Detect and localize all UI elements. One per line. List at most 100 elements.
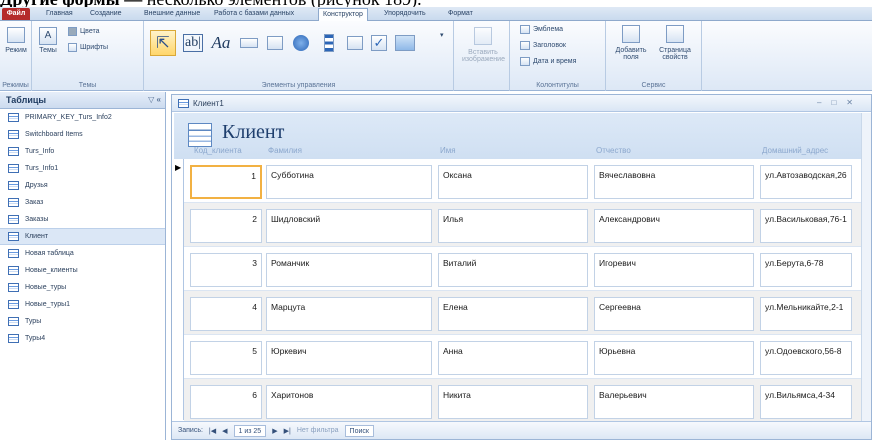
nav-item[interactable]: Заказы xyxy=(0,211,165,228)
logo-button[interactable]: Эмблема xyxy=(520,25,563,34)
nav-item[interactable]: Туры4 xyxy=(0,330,165,347)
field-last-name[interactable]: Харитонов xyxy=(266,385,432,419)
field-patronymic[interactable]: Вячеславовна xyxy=(594,165,754,199)
column-header: Код_клиента xyxy=(194,146,242,155)
navigation-control-icon[interactable] xyxy=(316,30,342,56)
field-patronymic[interactable]: Игоревич xyxy=(594,253,754,287)
more-controls-icon[interactable]: ▾ xyxy=(440,31,444,39)
nav-item-label: Новая таблица xyxy=(25,250,74,257)
nav-item-label: Туры4 xyxy=(25,335,46,342)
tab-control-icon[interactable] xyxy=(262,30,288,56)
field-id[interactable]: 5 xyxy=(190,341,262,375)
themes-button[interactable]: A Темы xyxy=(36,27,60,54)
field-address[interactable]: ул.Мельникайте,2-1 xyxy=(760,297,852,331)
field-last-name[interactable]: Юркевич xyxy=(266,341,432,375)
option-group-icon[interactable] xyxy=(342,30,368,56)
field-first-name[interactable]: Виталий xyxy=(438,253,588,287)
record-selector[interactable]: ▶ xyxy=(174,159,184,420)
tab-arrange[interactable]: Упорядочить xyxy=(380,8,430,20)
select-pointer-icon[interactable]: ⇱ xyxy=(150,30,176,56)
field-last-name[interactable]: Субботина xyxy=(266,165,432,199)
prev-record-icon[interactable]: ◀ xyxy=(222,427,227,435)
tab-home[interactable]: Главная xyxy=(42,8,77,20)
nav-item[interactable]: Клиент xyxy=(0,228,165,245)
button-control-icon[interactable] xyxy=(236,30,262,56)
views-button[interactable]: Режим xyxy=(4,27,28,54)
next-record-icon[interactable]: ▶ xyxy=(272,427,277,435)
field-patronymic[interactable]: Александрович xyxy=(594,209,754,243)
field-address[interactable]: ул.Васильковая,76-1 xyxy=(760,209,852,243)
field-id[interactable]: 1 xyxy=(190,165,262,199)
field-id[interactable]: 3 xyxy=(190,253,262,287)
vertical-scrollbar[interactable] xyxy=(861,113,871,421)
nav-item-label: Заказ xyxy=(25,199,44,206)
nav-item[interactable]: Новые_клиенты xyxy=(0,262,165,279)
field-first-name[interactable]: Илья xyxy=(438,209,588,243)
nav-item[interactable]: Turs_Info xyxy=(0,143,165,160)
date-time-button[interactable]: Дата и время xyxy=(520,57,576,66)
nav-item[interactable]: Новые_туры1 xyxy=(0,296,165,313)
table-icon xyxy=(8,181,19,190)
field-first-name[interactable]: Оксана xyxy=(438,165,588,199)
field-id[interactable]: 4 xyxy=(190,297,262,331)
tab-file[interactable]: Файл xyxy=(2,8,30,20)
first-record-icon[interactable]: |◀ xyxy=(209,427,216,435)
nav-item-label: Новые_туры1 xyxy=(25,301,71,308)
nav-item-label: Switchboard Items xyxy=(25,131,83,138)
nav-item[interactable]: Туры xyxy=(0,313,165,330)
nav-item[interactable]: PRIMARY_KEY_Turs_Info2 xyxy=(0,109,165,126)
record-position[interactable]: 1 из 25 xyxy=(233,424,267,437)
window-controls-icon[interactable]: –□✕ xyxy=(817,98,863,107)
field-last-name[interactable]: Романчик xyxy=(266,253,432,287)
nav-item-label: Turs_Info xyxy=(25,148,55,155)
field-first-name[interactable]: Никита xyxy=(438,385,588,419)
tab-create[interactable]: Создание xyxy=(86,8,126,20)
property-sheet-button[interactable]: Страница свойств xyxy=(654,25,696,61)
field-id[interactable]: 2 xyxy=(190,209,262,243)
textbox-control-icon[interactable]: ab| xyxy=(180,30,206,56)
field-last-name[interactable]: Марцута xyxy=(266,297,432,331)
field-patronymic[interactable]: Валерьевич xyxy=(594,385,754,419)
field-id[interactable]: 6 xyxy=(190,385,262,419)
tools-group: Добавить поля Страница свойств Сервис xyxy=(606,21,702,91)
tab-database-tools[interactable]: Работа с базами данных xyxy=(210,8,298,20)
search-input[interactable]: Поиск xyxy=(344,424,374,437)
insert-image-button[interactable]: Вставить изображение xyxy=(462,27,505,63)
checkbox-control-icon[interactable]: ✓ xyxy=(366,30,392,56)
column-header: Отчество xyxy=(596,146,631,155)
nav-item[interactable]: Turs_Info1 xyxy=(0,160,165,177)
form-tab[interactable]: Клиент1 –□✕ xyxy=(172,95,871,112)
title-button[interactable]: Заголовок xyxy=(520,41,566,50)
table-icon xyxy=(8,215,19,224)
field-address[interactable]: ул.Одоевского,56-8 xyxy=(760,341,852,375)
fonts-button[interactable]: Шрифты xyxy=(68,43,108,52)
field-last-name[interactable]: Шидловский xyxy=(266,209,432,243)
hyperlink-control-icon[interactable] xyxy=(288,30,314,56)
nav-item[interactable]: Заказ xyxy=(0,194,165,211)
field-first-name[interactable]: Елена xyxy=(438,297,588,331)
collapse-pane-icon[interactable]: ▽ « xyxy=(148,95,161,104)
last-record-icon[interactable]: ▶| xyxy=(284,427,291,435)
filter-status[interactable]: Нет фильтра xyxy=(297,427,339,434)
nav-item[interactable]: Друзья xyxy=(0,177,165,194)
nav-item[interactable]: Switchboard Items xyxy=(0,126,165,143)
field-address[interactable]: ул.Берута,6-78 xyxy=(760,253,852,287)
colors-button[interactable]: Цвета xyxy=(68,27,100,36)
field-address[interactable]: ул.Автозаводская,26 xyxy=(760,165,852,199)
add-fields-button[interactable]: Добавить поля xyxy=(610,25,652,61)
tab-external-data[interactable]: Внешние данные xyxy=(140,8,204,20)
image-control-icon[interactable] xyxy=(392,30,418,56)
navigation-pane-header[interactable]: Таблицы ▽ « xyxy=(0,92,165,109)
form-header: Клиент Код_клиента Фамилия Имя Отчество … xyxy=(174,113,862,159)
field-first-name[interactable]: Анна xyxy=(438,341,588,375)
field-patronymic[interactable]: Юрьевна xyxy=(594,341,754,375)
field-address[interactable]: ул.Вильямса,4-34 xyxy=(760,385,852,419)
tab-design[interactable]: Конструктор xyxy=(318,8,368,22)
label-control-icon[interactable]: Aa xyxy=(208,30,234,56)
nav-item[interactable]: Новые_туры xyxy=(0,279,165,296)
field-patronymic[interactable]: Сергеевна xyxy=(594,297,754,331)
table-icon xyxy=(8,147,19,156)
tab-format[interactable]: Формат xyxy=(444,8,477,20)
property-sheet-icon xyxy=(666,25,684,43)
nav-item[interactable]: Новая таблица xyxy=(0,245,165,262)
